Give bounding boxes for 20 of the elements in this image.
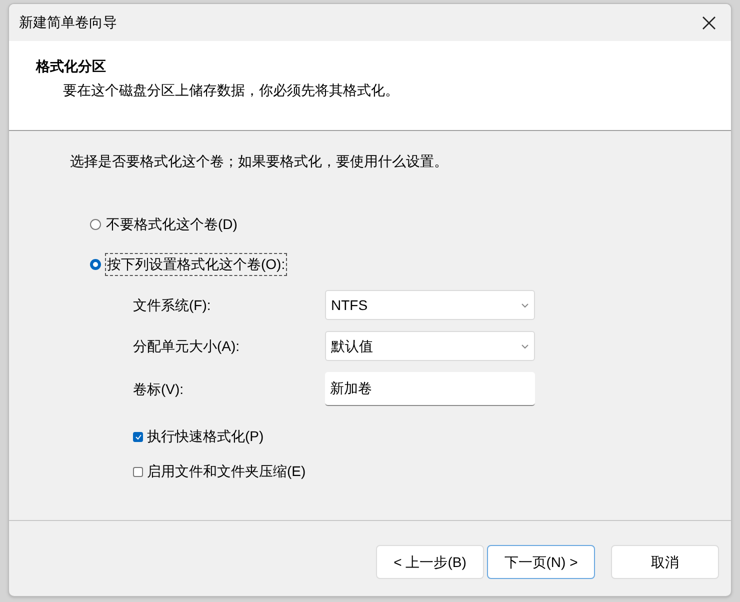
header-subtitle: 要在这个磁盘分区上储存数据，你必须先将其格式化。 (62, 81, 400, 100)
dialog-button[interactable]: 取消 (611, 545, 719, 579)
chevron-down-icon (521, 344, 529, 348)
checkbox-option[interactable]: 启用文件和文件夹压缩(E) (133, 461, 731, 482)
instruction-text: 选择是否要格式化这个卷；如果要格式化，要使用什么设置。 (70, 152, 449, 171)
dialog-button[interactable]: < 上一步(B) (376, 545, 484, 579)
checkbox-option[interactable]: 执行快速格式化(P) (133, 426, 731, 447)
radio-option[interactable]: 不要格式化这个卷(D) (90, 214, 731, 235)
header-title: 格式化分区 (36, 57, 107, 76)
window-title: 新建简单卷向导 (19, 13, 117, 32)
dropdown-field[interactable]: NTFS (325, 290, 535, 320)
chevron-down-icon (521, 302, 529, 308)
field-label: 文件系统(F): (133, 296, 212, 315)
close-icon (702, 16, 716, 30)
dialog-button[interactable]: 下一页(N) > (487, 545, 595, 579)
dropdown-field[interactable]: 默认值 (325, 331, 535, 361)
field-label: 卷标(V): (133, 380, 185, 399)
text-field[interactable]: 新加卷 (325, 372, 535, 406)
field-label: 分配单元大小(A): (133, 336, 241, 356)
radio-option[interactable]: 按下列设置格式化这个卷(O): (90, 253, 731, 276)
